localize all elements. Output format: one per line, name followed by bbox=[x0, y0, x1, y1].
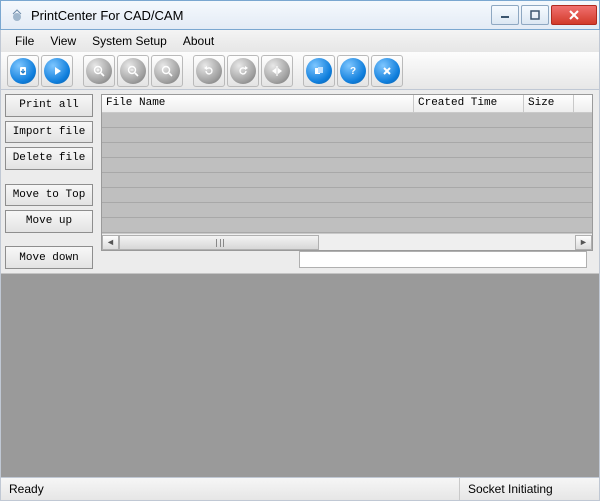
col-size[interactable]: Size bbox=[524, 95, 574, 112]
maximize-button[interactable] bbox=[521, 5, 549, 25]
file-table[interactable]: File Name Created Time Size ◄ bbox=[101, 94, 593, 251]
table-row[interactable] bbox=[102, 128, 592, 143]
move-to-top-button[interactable]: Move to Top bbox=[5, 184, 93, 207]
col-created-time[interactable]: Created Time bbox=[414, 95, 524, 112]
move-up-button[interactable]: Move up bbox=[5, 210, 93, 233]
close-icon bbox=[374, 58, 400, 84]
scroll-left-icon[interactable]: ◄ bbox=[102, 235, 119, 250]
play-icon bbox=[44, 58, 70, 84]
menu-file[interactable]: File bbox=[7, 32, 42, 50]
rotate-cw-icon bbox=[196, 58, 222, 84]
h-scrollbar[interactable]: ◄ ► bbox=[102, 233, 592, 250]
tool-close-button[interactable] bbox=[371, 55, 403, 87]
info-box bbox=[299, 251, 587, 268]
tool-rotate-ccw-button[interactable] bbox=[227, 55, 259, 87]
scroll-right-icon[interactable]: ► bbox=[575, 235, 592, 250]
status-left: Ready bbox=[1, 482, 52, 496]
mirror-icon bbox=[264, 58, 290, 84]
table-body[interactable] bbox=[102, 113, 592, 233]
scroll-thumb[interactable] bbox=[119, 235, 319, 250]
menu-about[interactable]: About bbox=[175, 32, 222, 50]
minimize-button[interactable] bbox=[491, 5, 519, 25]
table-row[interactable] bbox=[102, 188, 592, 203]
table-row[interactable] bbox=[102, 218, 592, 233]
zoom-fit-icon bbox=[154, 58, 180, 84]
print-all-button[interactable]: Print all bbox=[5, 94, 93, 117]
tool-help-button[interactable]: ? bbox=[337, 55, 369, 87]
tool-rotate-cw-button[interactable] bbox=[193, 55, 225, 87]
table-row[interactable] bbox=[102, 203, 592, 218]
table-wrap: File Name Created Time Size ◄ bbox=[97, 90, 599, 273]
status-right: Socket Initiating bbox=[459, 478, 599, 500]
table-row[interactable] bbox=[102, 143, 592, 158]
tool-zoom-out-button[interactable] bbox=[117, 55, 149, 87]
tool-refresh-button[interactable] bbox=[7, 55, 39, 87]
table-row[interactable] bbox=[102, 158, 592, 173]
scroll-track[interactable] bbox=[119, 235, 575, 250]
import-file-button[interactable]: Import file bbox=[5, 121, 93, 144]
tool-play-button[interactable] bbox=[41, 55, 73, 87]
files-icon bbox=[306, 58, 332, 84]
move-down-button[interactable]: Move down bbox=[5, 246, 93, 269]
tool-zoom-fit-button[interactable] bbox=[151, 55, 183, 87]
sidebar: Print all Import file Delete file Move t… bbox=[1, 90, 97, 273]
titlebar: PrintCenter For CAD/CAM bbox=[0, 0, 600, 30]
col-file-name[interactable]: File Name bbox=[102, 95, 414, 112]
close-button[interactable] bbox=[551, 5, 597, 25]
below-table bbox=[101, 251, 593, 271]
table-row[interactable] bbox=[102, 113, 592, 128]
refresh-icon bbox=[10, 58, 36, 84]
svg-text:?: ? bbox=[350, 66, 356, 77]
window-title: PrintCenter For CAD/CAM bbox=[31, 8, 489, 23]
menu-view[interactable]: View bbox=[42, 32, 84, 50]
tool-zoom-in-button[interactable] bbox=[83, 55, 115, 87]
rotate-ccw-icon bbox=[230, 58, 256, 84]
upper-panel: Print all Import file Delete file Move t… bbox=[1, 90, 599, 274]
app-icon bbox=[9, 7, 25, 23]
table-header: File Name Created Time Size bbox=[102, 95, 592, 113]
help-icon: ? bbox=[340, 58, 366, 84]
tool-mirror-button[interactable] bbox=[261, 55, 293, 87]
tool-files-button[interactable] bbox=[303, 55, 335, 87]
zoom-out-icon bbox=[120, 58, 146, 84]
client-area: Print all Import file Delete file Move t… bbox=[0, 90, 600, 477]
toolbar: ? bbox=[0, 52, 600, 90]
table-row[interactable] bbox=[102, 173, 592, 188]
statusbar: Ready Socket Initiating bbox=[0, 477, 600, 501]
menu-system-setup[interactable]: System Setup bbox=[84, 32, 175, 50]
menubar: File View System Setup About bbox=[0, 30, 600, 52]
zoom-in-icon bbox=[86, 58, 112, 84]
preview-area bbox=[1, 274, 599, 477]
delete-file-button[interactable]: Delete file bbox=[5, 147, 93, 170]
